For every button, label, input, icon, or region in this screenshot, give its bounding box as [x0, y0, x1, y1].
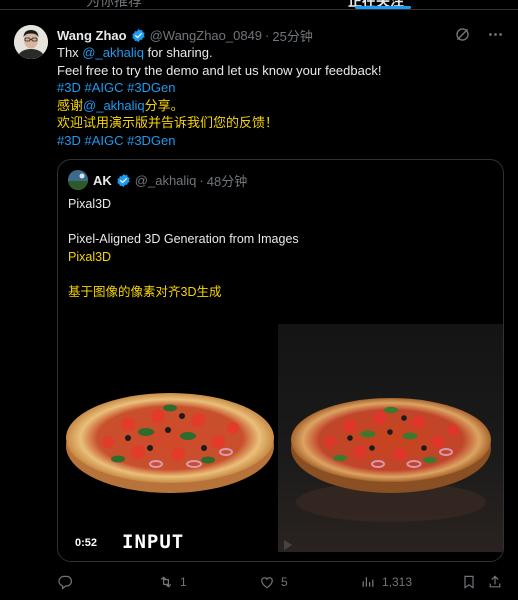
video-player[interactable]: 0:52 INPUT	[58, 324, 503, 561]
separator-dot: ·	[199, 172, 204, 188]
text-line: Pixel-Aligned 3D Generation from Images	[68, 232, 299, 246]
grok-icon[interactable]	[454, 26, 471, 43]
separator-dot: ·	[265, 27, 270, 43]
quoted-tweet[interactable]: AK @_akhaliq · 48分钟 Pixal3D Pixel-Aligne…	[57, 159, 504, 562]
tweet-actions: 1 5 1,313	[57, 572, 504, 592]
text-line: Feel free to try the demo and let us kno…	[57, 62, 382, 78]
mention-link[interactable]: @_akhaliq	[83, 98, 145, 113]
reply-button[interactable]	[57, 572, 79, 592]
quoted-avatar[interactable]	[68, 170, 88, 190]
tab-for-you[interactable]: 为你推荐	[86, 0, 142, 9]
hashtag-line[interactable]: #3D #AIGC #3DGen	[57, 79, 507, 97]
more-options-icon[interactable]	[487, 26, 504, 43]
heart-icon	[261, 577, 273, 589]
tweet-text: Thx @_akhaliq for sharing. Feel free to …	[57, 44, 507, 149]
tweet-header: Wang Zhao @WangZhao_0849 · 25分钟	[57, 26, 313, 44]
tweet[interactable]: Wang Zhao @WangZhao_0849 · 25分钟 Thx @_ak…	[0, 10, 518, 600]
timeline-tabs: 为你推荐 正在关注	[0, 0, 518, 10]
text-fragment: 分享。	[144, 97, 184, 113]
views-count: 1,313	[382, 575, 413, 589]
bookmark-icon	[464, 575, 474, 589]
views-button[interactable]: 1,313	[360, 572, 412, 592]
header-actions	[454, 26, 504, 43]
quoted-text: Pixal3D Pixel-Aligned 3D Generation from…	[68, 196, 493, 301]
text-line: Pixal3D	[68, 197, 112, 211]
author-avatar[interactable]	[14, 25, 48, 59]
tweet-time[interactable]: 25分钟	[272, 26, 312, 45]
verified-badge-icon	[117, 173, 130, 187]
author-handle[interactable]: @WangZhao_0849	[150, 28, 262, 43]
verified-badge-icon	[131, 28, 145, 42]
quoted-handle[interactable]: @_akhaliq	[135, 173, 197, 188]
video-watermark: INPUT	[122, 531, 185, 553]
author-name[interactable]: Wang Zhao	[57, 28, 127, 43]
text-fragment: Thx	[57, 45, 83, 60]
views-chart-icon	[362, 577, 374, 587]
retweet-icon	[160, 576, 172, 588]
video-duration: 0:52	[75, 537, 98, 549]
retweet-button[interactable]: 1	[158, 572, 187, 592]
active-tab-indicator	[355, 6, 411, 9]
bookmark-button[interactable]	[461, 572, 477, 592]
share-icon	[489, 575, 501, 588]
text-fragment: for sharing.	[143, 45, 213, 60]
quoted-header: AK @_akhaliq · 48分钟	[68, 170, 247, 190]
reply-icon	[58, 575, 72, 590]
quoted-author-name[interactable]: AK	[93, 173, 112, 188]
text-fragment: 感谢	[57, 97, 84, 113]
text-line: Pixal3D	[68, 249, 112, 264]
hashtag-line[interactable]: #3D #AIGC #3DGen	[57, 132, 507, 150]
mention-link[interactable]: @_akhaliq	[82, 45, 144, 60]
like-count: 5	[281, 575, 288, 589]
retweet-count: 1	[180, 575, 187, 589]
text-line: 欢迎试用演示版并告诉我们您的反馈！	[57, 115, 279, 130]
like-button[interactable]: 5	[259, 572, 288, 592]
text-line: 基于图像的像素对齐3D生成	[68, 284, 222, 299]
share-button[interactable]	[487, 572, 503, 592]
quoted-time[interactable]: 48分钟	[207, 171, 247, 190]
video-frame	[66, 324, 503, 552]
